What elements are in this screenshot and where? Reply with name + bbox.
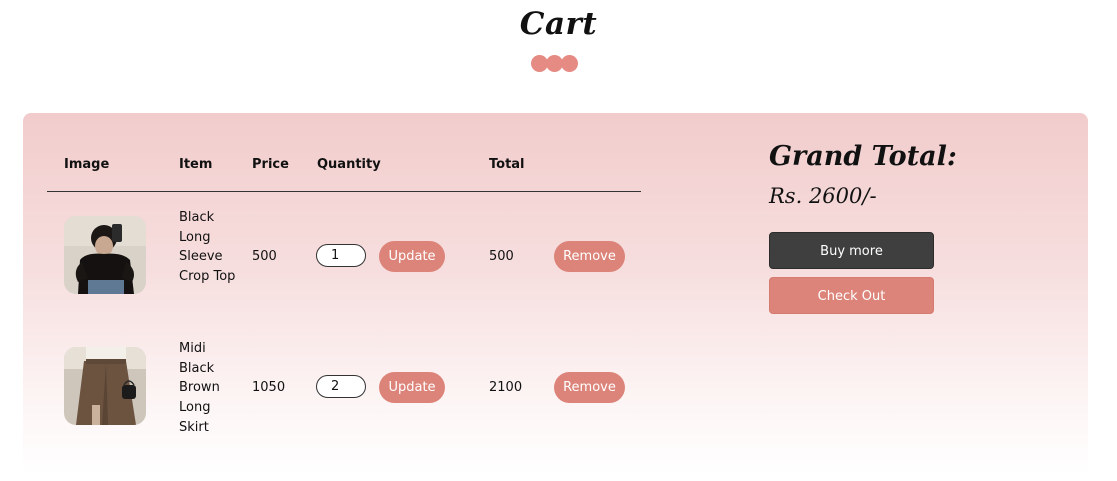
- header-image: Image: [64, 157, 110, 172]
- grand-total-value: Rs. 2600/-: [769, 184, 877, 208]
- grand-total-label: Grand Total:: [769, 141, 957, 172]
- table-row: Black Long Sleeve Crop Top 500 Update 50…: [23, 197, 653, 317]
- page-title: Cart: [519, 6, 598, 42]
- header-item: Item: [179, 157, 213, 172]
- dot-icon: [561, 55, 578, 72]
- header-total: Total: [489, 157, 525, 172]
- remove-button[interactable]: Remove: [554, 241, 625, 272]
- item-total: 2100: [489, 380, 523, 395]
- quantity-input[interactable]: [316, 375, 366, 398]
- item-name: Midi Black Brown Long Skirt: [179, 341, 220, 435]
- item-price: 1050: [252, 380, 286, 395]
- item-total: 500: [489, 249, 514, 264]
- header-quantity: Quantity: [317, 157, 381, 172]
- table-row: Midi Black Brown Long Skirt 1050 Update …: [23, 328, 653, 448]
- item-name: Black Long Sleeve Crop Top: [179, 210, 236, 285]
- check-out-button[interactable]: Check Out: [769, 277, 934, 314]
- buy-more-button[interactable]: Buy more: [769, 232, 934, 269]
- update-button[interactable]: Update: [379, 372, 445, 403]
- decorative-dots: [531, 55, 581, 73]
- quantity-input[interactable]: [316, 244, 366, 267]
- product-photo-brown-skirt: [64, 347, 146, 425]
- item-price: 500: [252, 249, 277, 264]
- remove-button[interactable]: Remove: [554, 372, 625, 403]
- cart-panel: Image Item Price Quantity Total Black Lo…: [23, 113, 1088, 475]
- header-divider: [47, 191, 641, 192]
- product-photo-black-crop-top: [64, 216, 146, 294]
- update-button[interactable]: Update: [379, 241, 445, 272]
- header-price: Price: [252, 157, 289, 172]
